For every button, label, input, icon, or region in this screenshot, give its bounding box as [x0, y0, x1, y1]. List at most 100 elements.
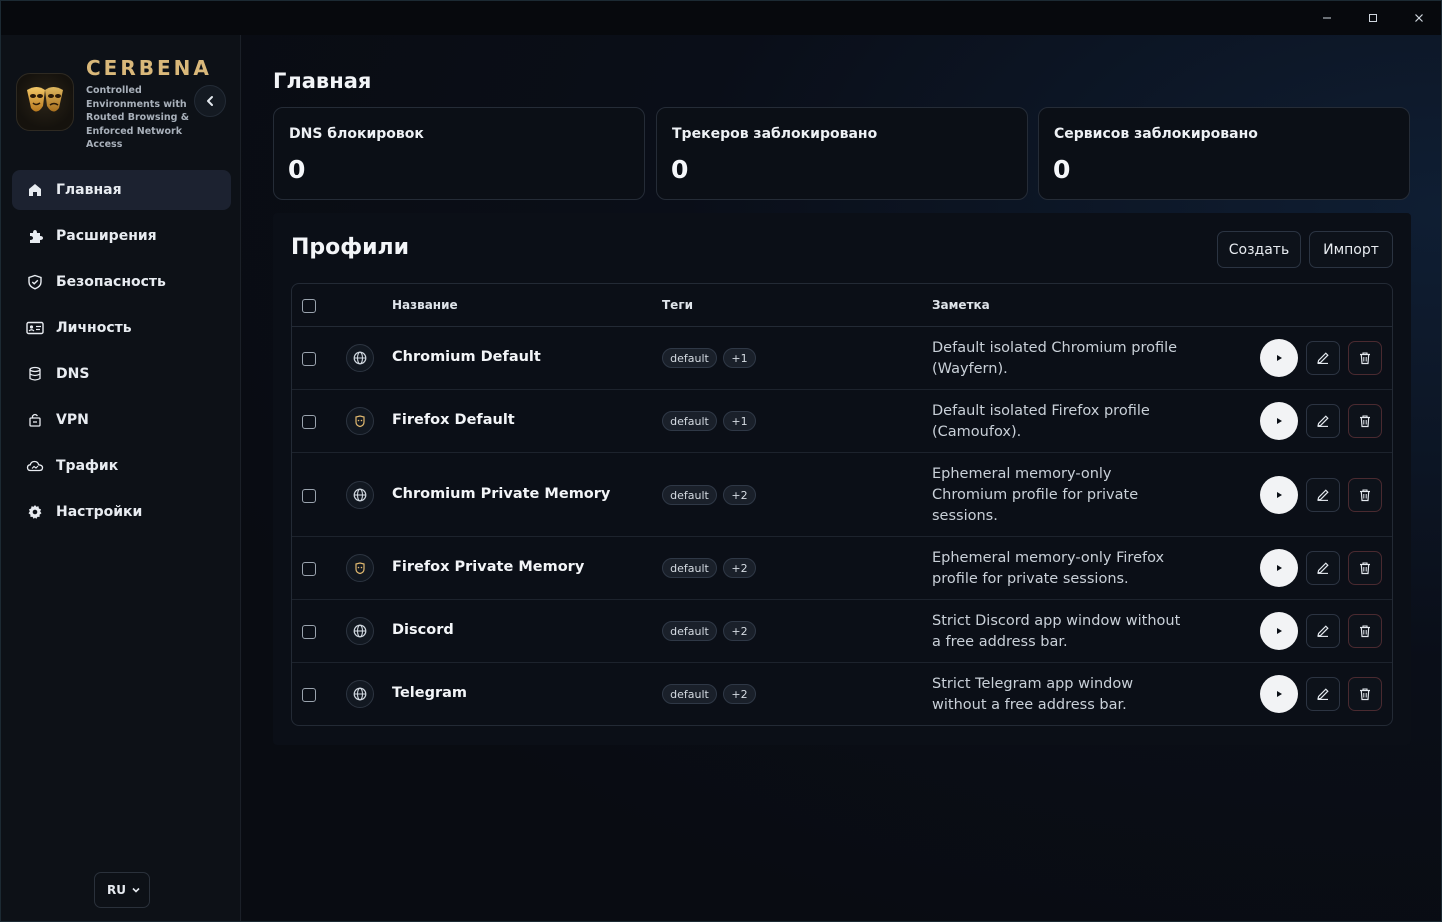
stat-card-services: Сервисов заблокировано 0 — [1038, 107, 1410, 200]
sidebar-item-settings[interactable]: Настройки — [12, 492, 231, 532]
profile-name: Firefox Private Memory — [392, 559, 585, 575]
pencil-icon — [1317, 489, 1329, 501]
delete-profile-button[interactable] — [1348, 614, 1382, 648]
table-row[interactable]: Firefox Default default +1 Default isola… — [292, 390, 1392, 453]
trash-icon — [1360, 352, 1370, 365]
cloud-traffic-icon — [26, 457, 44, 475]
tag-badge: default — [662, 348, 717, 368]
profile-name: Firefox Default — [392, 412, 515, 428]
stat-value: 0 — [671, 155, 689, 184]
tag-more-badge[interactable]: +2 — [723, 485, 756, 505]
tag-badge: default — [662, 684, 717, 704]
stat-label: DNS блокировок — [289, 126, 424, 142]
launch-profile-button[interactable] — [1260, 339, 1298, 377]
masks-logo-icon — [27, 87, 63, 112]
stat-value: 0 — [288, 155, 306, 184]
table-row[interactable]: Chromium Default default +1 Default isol… — [292, 327, 1392, 390]
delete-profile-button[interactable] — [1348, 478, 1382, 512]
main-content: Главная DNS блокировок 0 Трекеров заблок… — [242, 35, 1441, 921]
language-value: RU — [107, 883, 126, 897]
delete-profile-button[interactable] — [1348, 404, 1382, 438]
language-select[interactable]: RU — [94, 872, 150, 908]
app-window: CERBENA Controlled Environments with Rou… — [0, 0, 1442, 922]
sidebar-item-label: Трафик — [56, 458, 119, 474]
tag-badge: default — [662, 411, 717, 431]
profiles-title: Профили — [291, 235, 410, 260]
globe-icon — [346, 481, 374, 509]
profile-note: Default isolated Firefox profile (Camouf… — [932, 403, 1150, 440]
play-icon — [1277, 691, 1282, 697]
sidebar-item-vpn[interactable]: VPN — [12, 400, 231, 440]
tag-more-badge[interactable]: +2 — [723, 621, 756, 641]
globe-icon — [346, 680, 374, 708]
play-icon — [1277, 565, 1282, 571]
sidebar-item-dns[interactable]: DNS — [12, 354, 231, 394]
row-checkbox[interactable] — [302, 415, 316, 429]
row-checkbox[interactable] — [302, 625, 316, 639]
edit-profile-button[interactable] — [1306, 614, 1340, 648]
row-checkbox[interactable] — [302, 688, 316, 702]
edit-profile-button[interactable] — [1306, 478, 1340, 512]
trash-icon — [1360, 688, 1370, 701]
table-row[interactable]: Chromium Private Memory default +2 Ephem… — [292, 453, 1392, 537]
close-icon[interactable] — [1396, 1, 1442, 35]
tag-more-badge[interactable]: +2 — [723, 558, 756, 578]
launch-profile-button[interactable] — [1260, 612, 1298, 650]
sidebar-item-label: Настройки — [56, 504, 143, 520]
profile-note: Ephemeral memory-only Firefox profile fo… — [932, 550, 1165, 587]
tag-more-badge[interactable]: +2 — [723, 684, 756, 704]
table-row[interactable]: Telegram default +2 Strict Telegram app … — [292, 663, 1392, 725]
profiles-panel: Профили Создать Импорт Название Теги Зам… — [273, 213, 1411, 745]
profiles-table: Название Теги Заметка Chromium Default d… — [291, 283, 1393, 726]
table-row[interactable]: Firefox Private Memory default +2 Epheme… — [292, 537, 1392, 600]
fox-mask-icon — [346, 554, 374, 582]
sidebar-item-security[interactable]: Безопасность — [12, 262, 231, 302]
row-checkbox[interactable] — [302, 489, 316, 503]
delete-profile-button[interactable] — [1348, 341, 1382, 375]
edit-profile-button[interactable] — [1306, 341, 1340, 375]
chevron-left-icon — [207, 96, 213, 106]
pencil-icon — [1317, 352, 1329, 364]
edit-profile-button[interactable] — [1306, 404, 1340, 438]
profile-note: Strict Telegram app window without a fre… — [932, 676, 1134, 713]
sidebar-item-traffic[interactable]: Трафик — [12, 446, 231, 486]
maximize-icon[interactable] — [1350, 1, 1396, 35]
shield-icon — [26, 273, 44, 291]
launch-profile-button[interactable] — [1260, 549, 1298, 587]
column-header-name: Название — [392, 298, 458, 312]
sidebar: CERBENA Controlled Environments with Rou… — [1, 35, 241, 921]
stat-value: 0 — [1053, 155, 1071, 184]
sidebar-item-identity[interactable]: Личность — [12, 308, 231, 348]
pencil-icon — [1317, 688, 1329, 700]
tag-badge: default — [662, 621, 717, 641]
edit-profile-button[interactable] — [1306, 677, 1340, 711]
launch-profile-button[interactable] — [1260, 402, 1298, 440]
sidebar-item-label: DNS — [56, 366, 90, 382]
collapse-sidebar-button[interactable] — [194, 85, 226, 117]
select-all-checkbox[interactable] — [302, 299, 316, 313]
page-title: Главная — [273, 69, 372, 93]
tag-badge: default — [662, 485, 717, 505]
sidebar-item-extensions[interactable]: Расширения — [12, 216, 231, 256]
tag-more-badge[interactable]: +1 — [723, 411, 756, 431]
id-card-icon — [26, 319, 44, 337]
edit-profile-button[interactable] — [1306, 551, 1340, 585]
create-profile-button[interactable]: Создать — [1217, 231, 1301, 268]
gear-icon — [26, 503, 44, 521]
puzzle-icon — [26, 227, 44, 245]
launch-profile-button[interactable] — [1260, 675, 1298, 713]
delete-profile-button[interactable] — [1348, 551, 1382, 585]
stat-label: Сервисов заблокировано — [1054, 126, 1258, 142]
row-checkbox[interactable] — [302, 352, 316, 366]
minimize-icon[interactable] — [1304, 1, 1350, 35]
launch-profile-button[interactable] — [1260, 476, 1298, 514]
play-icon — [1277, 628, 1282, 634]
delete-profile-button[interactable] — [1348, 677, 1382, 711]
import-profile-button[interactable]: Импорт — [1309, 231, 1393, 268]
sidebar-item-label: VPN — [56, 412, 89, 428]
sidebar-item-home[interactable]: Главная — [12, 170, 231, 210]
tag-more-badge[interactable]: +1 — [723, 348, 756, 368]
row-checkbox[interactable] — [302, 562, 316, 576]
trash-icon — [1360, 415, 1370, 428]
table-row[interactable]: Discord default +2 Strict Discord app wi… — [292, 600, 1392, 663]
